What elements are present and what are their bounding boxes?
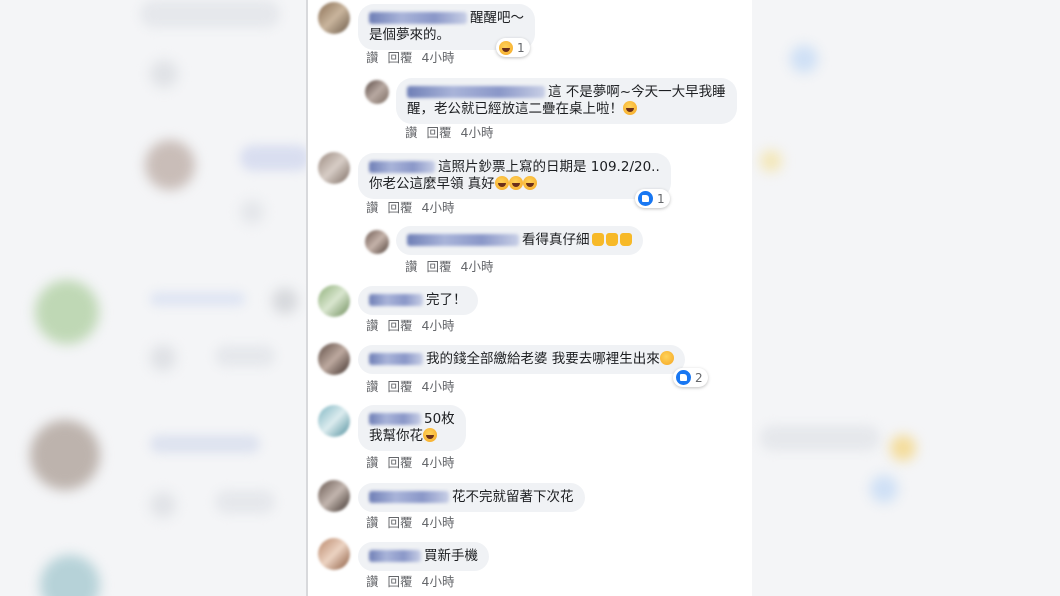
like-link[interactable]: 讚 bbox=[405, 125, 418, 140]
comment-actions: 讚回覆 4小時 bbox=[405, 122, 502, 141]
reply-link[interactable]: 回覆 bbox=[427, 125, 452, 140]
avatar[interactable] bbox=[318, 2, 350, 34]
comment-text: 完了！ bbox=[426, 292, 467, 308]
avatar[interactable] bbox=[318, 405, 350, 437]
avatar[interactable] bbox=[318, 538, 350, 570]
avatar[interactable] bbox=[365, 80, 389, 104]
comment-bubble: 看得真仔細 bbox=[396, 226, 643, 255]
timestamp[interactable]: 4小時 bbox=[461, 259, 494, 274]
avatar[interactable] bbox=[318, 285, 350, 317]
reaction-badge[interactable]: 1 bbox=[496, 38, 530, 57]
avatar[interactable] bbox=[365, 230, 389, 254]
comment-bubble: 完了！ bbox=[358, 286, 478, 315]
comment-actions: 讚回覆 4小時 bbox=[366, 376, 463, 395]
comment-actions: 讚回覆 4小時 bbox=[405, 256, 502, 275]
comment-actions: 讚回覆 4小時 bbox=[366, 571, 463, 590]
comment-text: 我的錢全部繳給老婆 我要去哪裡生出來 bbox=[426, 351, 660, 367]
comment-text: 我幫你花 bbox=[369, 428, 423, 444]
timestamp[interactable]: 4小時 bbox=[461, 125, 494, 140]
reaction-badge[interactable]: 1 bbox=[635, 189, 670, 208]
reply-link[interactable]: 回覆 bbox=[388, 379, 413, 394]
laugh-emoji-icon bbox=[499, 40, 513, 55]
reply-link[interactable]: 回覆 bbox=[388, 318, 413, 333]
like-link[interactable]: 讚 bbox=[366, 515, 379, 530]
comment-bubble: 這照片鈔票上寫的日期是 109.2/20.. 你老公這麼早領 真好 bbox=[358, 153, 671, 199]
comment-text: 這照片鈔票上寫的日期是 109.2/20.. bbox=[438, 159, 660, 175]
comment-text: 你老公這麼早領 真好 bbox=[369, 176, 495, 192]
comment-text: 50枚 bbox=[424, 411, 455, 427]
comment-thread: 醒醒吧～ 是個夢來的。 1 讚回覆 4小時 這 不是夢啊~今天一大早我睡 醒，老公… bbox=[308, 0, 752, 596]
timestamp[interactable]: 4小時 bbox=[422, 200, 455, 215]
like-link[interactable]: 讚 bbox=[366, 200, 379, 215]
comment-text: 這 不是夢啊~今天一大早我睡 bbox=[548, 84, 726, 100]
reply-link[interactable]: 回覆 bbox=[427, 259, 452, 274]
like-icon bbox=[676, 370, 691, 385]
reaction-badge[interactable]: 2 bbox=[673, 368, 708, 387]
comment-text: 花不完就留著下次花 bbox=[452, 489, 574, 505]
avatar[interactable] bbox=[318, 343, 350, 375]
comment-bubble: 50枚 我幫你花 bbox=[358, 405, 466, 451]
comment-text: 醒，老公就已經放這二疊在桌上啦！ bbox=[407, 101, 623, 117]
comment-text: 看得真仔細 bbox=[522, 232, 590, 248]
laugh-emoji-icon bbox=[423, 428, 437, 442]
comment-bubble: 買新手機 bbox=[358, 542, 489, 571]
comment-actions: 讚回覆 4小時 bbox=[366, 47, 463, 66]
laugh-emoji-icon bbox=[508, 176, 523, 190]
reply-link[interactable]: 回覆 bbox=[388, 574, 413, 589]
like-icon bbox=[638, 191, 653, 206]
timestamp[interactable]: 4小時 bbox=[422, 574, 455, 589]
like-link[interactable]: 讚 bbox=[366, 455, 379, 470]
thumbs-up-emoji-icon bbox=[605, 233, 618, 246]
smile-emoji-icon bbox=[659, 351, 674, 365]
reply-link[interactable]: 回覆 bbox=[388, 50, 413, 65]
comment-bubble: 這 不是夢啊~今天一大早我睡 醒，老公就已經放這二疊在桌上啦！ bbox=[396, 78, 737, 124]
like-link[interactable]: 讚 bbox=[366, 379, 379, 394]
comment-bubble: 我的錢全部繳給老婆 我要去哪裡生出來 bbox=[358, 345, 685, 374]
thumbs-up-emoji-icon bbox=[591, 233, 604, 246]
reply-link[interactable]: 回覆 bbox=[388, 200, 413, 215]
comment-text: 醒醒吧～ bbox=[470, 10, 524, 26]
reply-link[interactable]: 回覆 bbox=[388, 515, 413, 530]
timestamp[interactable]: 4小時 bbox=[422, 50, 455, 65]
laugh-emoji-icon bbox=[522, 176, 537, 190]
comment-bubble: 花不完就留著下次花 bbox=[358, 483, 585, 512]
timestamp[interactable]: 4小時 bbox=[422, 455, 455, 470]
like-link[interactable]: 讚 bbox=[366, 574, 379, 589]
laugh-emoji-icon bbox=[623, 101, 637, 115]
avatar[interactable] bbox=[318, 480, 350, 512]
reply-link[interactable]: 回覆 bbox=[388, 455, 413, 470]
thumbs-up-emoji-icon bbox=[619, 233, 632, 246]
comment-actions: 讚回覆 4小時 bbox=[366, 197, 463, 216]
avatar[interactable] bbox=[318, 152, 350, 184]
like-link[interactable]: 讚 bbox=[366, 318, 379, 333]
laugh-emoji-icon bbox=[494, 176, 509, 190]
comment-actions: 讚回覆 4小時 bbox=[366, 315, 463, 334]
like-link[interactable]: 讚 bbox=[405, 259, 418, 274]
comment-text: 買新手機 bbox=[424, 548, 478, 564]
comment-actions: 讚回覆 4小時 bbox=[366, 512, 463, 531]
timestamp[interactable]: 4小時 bbox=[422, 318, 455, 333]
comment-actions: 讚回覆 4小時 bbox=[366, 452, 463, 471]
timestamp[interactable]: 4小時 bbox=[422, 379, 455, 394]
like-link[interactable]: 讚 bbox=[366, 50, 379, 65]
timestamp[interactable]: 4小時 bbox=[422, 515, 455, 530]
